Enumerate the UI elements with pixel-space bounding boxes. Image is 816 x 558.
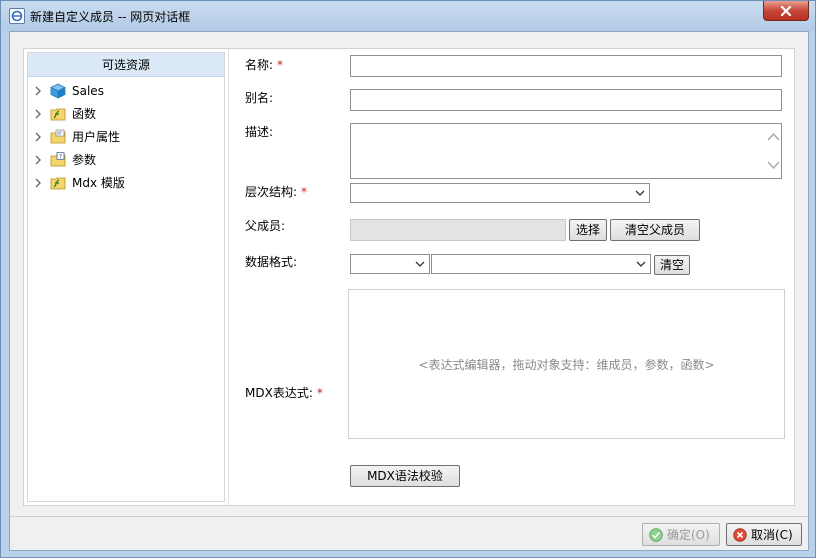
- chevron-down-icon: [415, 261, 425, 267]
- title-bar: 新建自定义成员 -- 网页对话框: [1, 1, 815, 31]
- chevron-right-icon[interactable]: [34, 86, 44, 96]
- mdx-validate-button[interactable]: MDX语法校验: [350, 465, 460, 487]
- cancel-button[interactable]: 取消(C): [726, 523, 802, 546]
- required-mark: *: [301, 185, 308, 199]
- description-scrollbar[interactable]: [764, 124, 781, 178]
- window-title: 新建自定义成员 -- 网页对话框: [30, 10, 191, 24]
- tree-header: 可选资源: [28, 53, 224, 77]
- description-label: 描述:: [245, 125, 274, 139]
- mdx-expression-editor[interactable]: <表达式编辑器，拖动对象支持：维成员，参数，函数>: [348, 289, 785, 439]
- description-textarea[interactable]: [350, 123, 782, 179]
- close-button[interactable]: [763, 1, 809, 21]
- tree-item-label: 用户属性: [72, 130, 121, 144]
- chevron-down-icon: [635, 190, 645, 196]
- mdx-label: MDX表达式: *: [245, 384, 323, 401]
- ok-button[interactable]: 确定(O): [642, 523, 720, 546]
- tree-item-label: Mdx 模版: [72, 176, 125, 190]
- dialog-window: 新建自定义成员 -- 网页对话框 可选资源 Sales 函数 用户属性 ? 参数…: [0, 0, 816, 558]
- tree-item-user-properties[interactable]: 用户属性: [28, 125, 224, 148]
- parent-input: [350, 219, 566, 241]
- clear-format-button[interactable]: 清空: [654, 255, 690, 275]
- tree-item-label: Sales: [72, 83, 104, 98]
- mdx-template-folder-icon: [50, 175, 66, 191]
- format-select-type[interactable]: [350, 254, 430, 274]
- chevron-right-icon[interactable]: [34, 155, 44, 165]
- name-label-text: 名称:: [245, 58, 274, 72]
- alias-label: 别名:: [245, 91, 274, 105]
- alias-input[interactable]: [350, 89, 782, 111]
- check-icon: [649, 527, 663, 542]
- mdx-label-text: MDX表达式:: [245, 386, 313, 400]
- hierarchy-label: 层次结构: *: [245, 183, 307, 200]
- name-label: 名称: *: [245, 56, 283, 73]
- parameter-folder-icon: ?: [50, 151, 66, 168]
- data-format-label: 数据格式:: [245, 255, 298, 269]
- chevron-right-icon[interactable]: [34, 109, 44, 119]
- cancel-icon: [733, 527, 747, 542]
- panel-divider: [228, 49, 229, 505]
- ok-button-label: 确定(O): [667, 528, 710, 542]
- footer-divider: [10, 516, 808, 517]
- resource-tree-panel: 可选资源 Sales 函数 用户属性 ? 参数 Mdx 模版: [27, 52, 225, 502]
- required-mark: *: [316, 386, 323, 400]
- tree-item-label: 函数: [72, 107, 97, 121]
- dialog-body: 可选资源 Sales 函数 用户属性 ? 参数 Mdx 模版 名称: * 别名:…: [9, 31, 809, 551]
- chevron-right-icon[interactable]: [34, 132, 44, 142]
- chevron-right-icon[interactable]: [34, 178, 44, 188]
- tree-item-functions[interactable]: 函数: [28, 102, 224, 125]
- user-property-folder-icon: [50, 129, 66, 145]
- parent-label: 父成员:: [245, 219, 286, 233]
- hierarchy-select[interactable]: [350, 183, 650, 203]
- svg-text:?: ?: [59, 153, 62, 160]
- editor-hint: <表达式编辑器，拖动对象支持：维成员，参数，函数>: [418, 358, 715, 372]
- tree-item-mdx-template[interactable]: Mdx 模版: [28, 171, 224, 194]
- close-icon: [780, 5, 792, 16]
- required-mark: *: [277, 58, 284, 72]
- format-select-pattern[interactable]: [431, 254, 651, 274]
- select-parent-button[interactable]: 选择: [569, 219, 607, 241]
- name-input[interactable]: [350, 55, 782, 77]
- tree-item-sales[interactable]: Sales: [28, 79, 224, 102]
- tree-item-parameters[interactable]: ? 参数: [28, 148, 224, 171]
- hierarchy-label-text: 层次结构:: [245, 185, 298, 199]
- scroll-up-icon[interactable]: [765, 128, 782, 146]
- ie-page-icon: [9, 8, 25, 24]
- chevron-down-icon: [636, 261, 646, 267]
- scroll-down-icon[interactable]: [765, 156, 782, 174]
- function-folder-icon: [50, 106, 66, 122]
- clear-parent-button[interactable]: 清空父成员: [610, 219, 700, 241]
- cancel-button-label: 取消(C): [751, 528, 793, 542]
- tree-item-label: 参数: [72, 153, 97, 167]
- cube-icon: [50, 83, 66, 99]
- main-panel: 可选资源 Sales 函数 用户属性 ? 参数 Mdx 模版 名称: * 别名:…: [23, 48, 795, 506]
